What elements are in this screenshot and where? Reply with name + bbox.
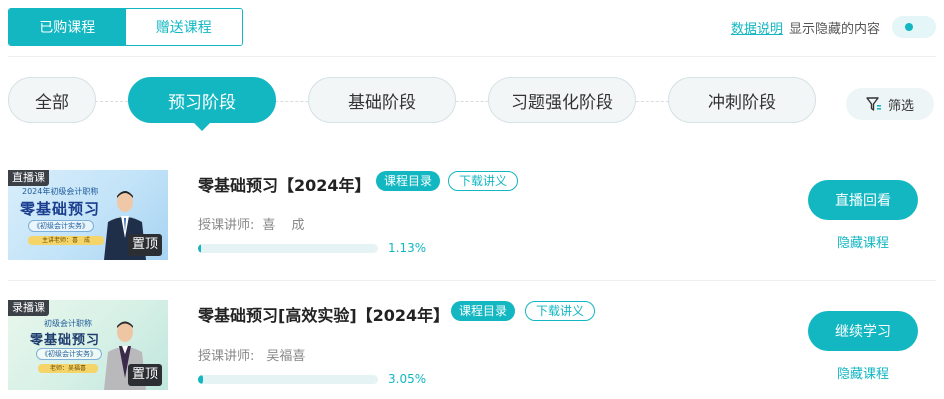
thumbnail-teacher-strip: 主讲老师：喜 成: [28, 236, 104, 245]
teacher-name: 喜 成: [262, 218, 311, 233]
filter-icon: [866, 96, 882, 112]
progress-bar: [198, 375, 378, 384]
course-title[interactable]: 零基础预习【2024年】: [198, 172, 371, 196]
data-explanation-link[interactable]: 数据说明: [731, 18, 783, 37]
course-catalog-button[interactable]: 课程目录: [451, 301, 516, 321]
hide-course-link[interactable]: 隐藏课程: [808, 363, 918, 382]
progress-fill: [198, 244, 201, 253]
pin-badge: 置顶: [127, 234, 162, 256]
row-divider: [8, 280, 936, 281]
progress-percent: 3.05%: [388, 372, 427, 386]
continue-learning-button[interactable]: 继续学习: [808, 311, 918, 351]
download-notes-button[interactable]: 下载讲义: [448, 171, 519, 191]
thumbnail-title: 零基础预习: [20, 200, 101, 218]
header-right: 数据说明 显示隐藏的内容: [731, 14, 936, 40]
course-thumbnail[interactable]: 录播课 初级会计职称 零基础预习 《初级会计实务》 老师：吴福喜 置顶: [8, 300, 168, 390]
pin-badge: 置顶: [127, 364, 162, 386]
active-stage-pointer: [194, 123, 210, 131]
tab-purchased-courses[interactable]: 已购课程: [9, 9, 126, 45]
teacher-label: 授课讲师:: [198, 349, 255, 364]
thumbnail-title: 零基础预习: [30, 333, 101, 348]
stage-tab-all[interactable]: 全部: [8, 77, 96, 123]
live-replay-button[interactable]: 直播回看: [808, 180, 918, 220]
hide-course-link[interactable]: 隐藏课程: [808, 232, 918, 251]
stage-tab-preview[interactable]: 预习阶段: [128, 77, 276, 123]
progress-fill: [198, 375, 204, 384]
thumbnail-subtitle: 初级会计职称: [44, 319, 92, 328]
course-title[interactable]: 零基础预习[高效实验]【2024年】: [198, 302, 449, 326]
teacher-name: 吴福喜: [266, 349, 306, 364]
filter-button[interactable]: 筛选: [846, 88, 934, 120]
stage-tab-sprint[interactable]: 冲刺阶段: [668, 77, 816, 123]
thumbnail-teacher-strip: 老师：吴福喜: [38, 364, 98, 373]
progress-bar: [198, 244, 378, 253]
thumbnail-subject: 《初级会计实务》: [28, 220, 94, 232]
thumbnail-subject: 《初级会计实务》: [36, 348, 102, 360]
header-divider: [8, 56, 936, 57]
stage-tab-exercise[interactable]: 习题强化阶段: [488, 77, 636, 123]
toggle-knob: [905, 23, 913, 31]
teacher-label: 授课讲师:: [198, 218, 255, 233]
tab-gifted-courses[interactable]: 赠送课程: [125, 9, 242, 45]
teacher-info: 授课讲师: 喜 成: [198, 214, 311, 233]
course-row: 直播课 2024年初级会计职称 零基础预习 《初级会计实务》 主讲老师：喜 成 …: [8, 170, 936, 270]
progress-percent: 1.13%: [388, 241, 427, 255]
stage-tab-basic[interactable]: 基础阶段: [308, 77, 456, 123]
filter-label: 筛选: [887, 98, 914, 114]
course-source-tabs: 已购课程 赠送课程: [8, 8, 243, 46]
course-thumbnail[interactable]: 直播课 2024年初级会计职称 零基础预习 《初级会计实务》 主讲老师：喜 成 …: [8, 170, 168, 260]
live-course-badge: 直播课: [8, 170, 49, 186]
recorded-course-badge: 录播课: [8, 300, 49, 316]
course-row: 录播课 初级会计职称 零基础预习 《初级会计实务》 老师：吴福喜 置顶 零基础预…: [8, 300, 936, 399]
show-hidden-label: 显示隐藏的内容: [788, 21, 880, 37]
course-catalog-button[interactable]: 课程目录: [376, 171, 441, 191]
teacher-info: 授课讲师: 吴福喜: [198, 345, 305, 364]
download-notes-button[interactable]: 下载讲义: [525, 301, 596, 321]
thumbnail-subtitle: 2024年初级会计职称: [22, 187, 99, 196]
show-hidden-toggle[interactable]: [892, 16, 936, 38]
